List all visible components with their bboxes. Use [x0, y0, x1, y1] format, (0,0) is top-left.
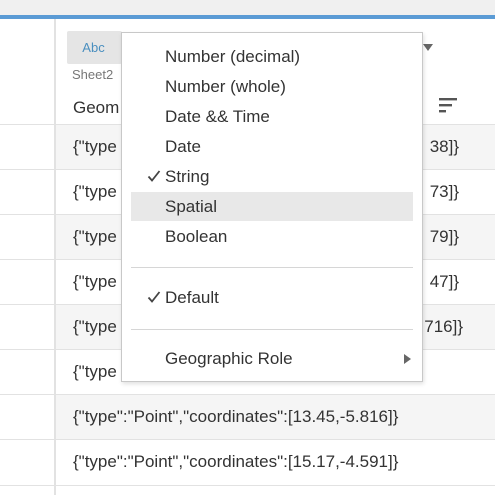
menu-item-label: Number (decimal) [165, 46, 301, 66]
cell-value: {"type [73, 227, 117, 246]
menu-item-label: Date && Time [165, 106, 270, 126]
cell-value-tail: 38]} [429, 137, 459, 156]
table-row[interactable]: {"type":"Point","coordinates":[15.17,-4.… [56, 440, 495, 484]
menu-item-number-decimal[interactable]: Number (decimal) [131, 42, 413, 71]
cell-value: {"type [73, 362, 117, 381]
menu-separator [131, 329, 413, 330]
menu-item-label: Geographic Role [165, 348, 293, 368]
chevron-right-icon [404, 354, 411, 364]
menu-item-label: Spatial [165, 196, 217, 216]
cell-value-tail: 47]} [429, 272, 459, 291]
data-type-menu: Number (decimal) Number (whole) Date && … [121, 32, 423, 382]
top-toolbar [0, 0, 495, 15]
menu-item-label: String [165, 166, 210, 186]
menu-item-number-whole[interactable]: Number (whole) [131, 72, 413, 101]
menu-item-date[interactable]: Date [131, 132, 413, 161]
cell-value-tail: 716]} [424, 317, 463, 336]
menu-item-label: Default [165, 287, 219, 307]
checkmark-icon [147, 170, 161, 182]
menu-item-string[interactable]: String [131, 162, 413, 191]
column-title[interactable]: Geom [73, 98, 119, 118]
menu-item-label: Boolean [165, 226, 228, 246]
cell-value: {"type":"Point","coordinates":[13.45,-5.… [73, 407, 399, 426]
caret-down-icon[interactable] [422, 43, 434, 52]
sheet-label: Sheet2 [72, 67, 114, 82]
menu-item-default[interactable]: Default [131, 283, 413, 312]
menu-item-spatial[interactable]: Spatial [131, 192, 413, 221]
checkmark-icon [147, 291, 161, 303]
cell-value-tail: 79]} [429, 227, 459, 246]
menu-item-boolean[interactable]: Boolean [131, 222, 413, 251]
cell-value-tail: 73]} [429, 182, 459, 201]
cell-value: {"type [73, 272, 117, 291]
menu-item-label: Date [165, 136, 201, 156]
menu-item-geographic-role[interactable]: Geographic Role [131, 344, 413, 373]
cell-value: {"type [73, 137, 117, 156]
cell-value: {"type":"Point","coordinates":[15.17,-4.… [73, 452, 399, 471]
cell-value: {"type [73, 317, 117, 336]
row-divider [0, 485, 495, 486]
sort-icon[interactable] [438, 97, 458, 113]
table-row[interactable]: {"type":"Point","coordinates":[13.45,-5.… [56, 395, 495, 439]
menu-separator [131, 267, 413, 268]
left-column [0, 19, 54, 495]
menu-item-date-time[interactable]: Date && Time [131, 102, 413, 131]
cell-value: {"type [73, 182, 117, 201]
data-type-button[interactable]: Abc [67, 31, 122, 64]
menu-item-label: Number (whole) [165, 76, 286, 96]
